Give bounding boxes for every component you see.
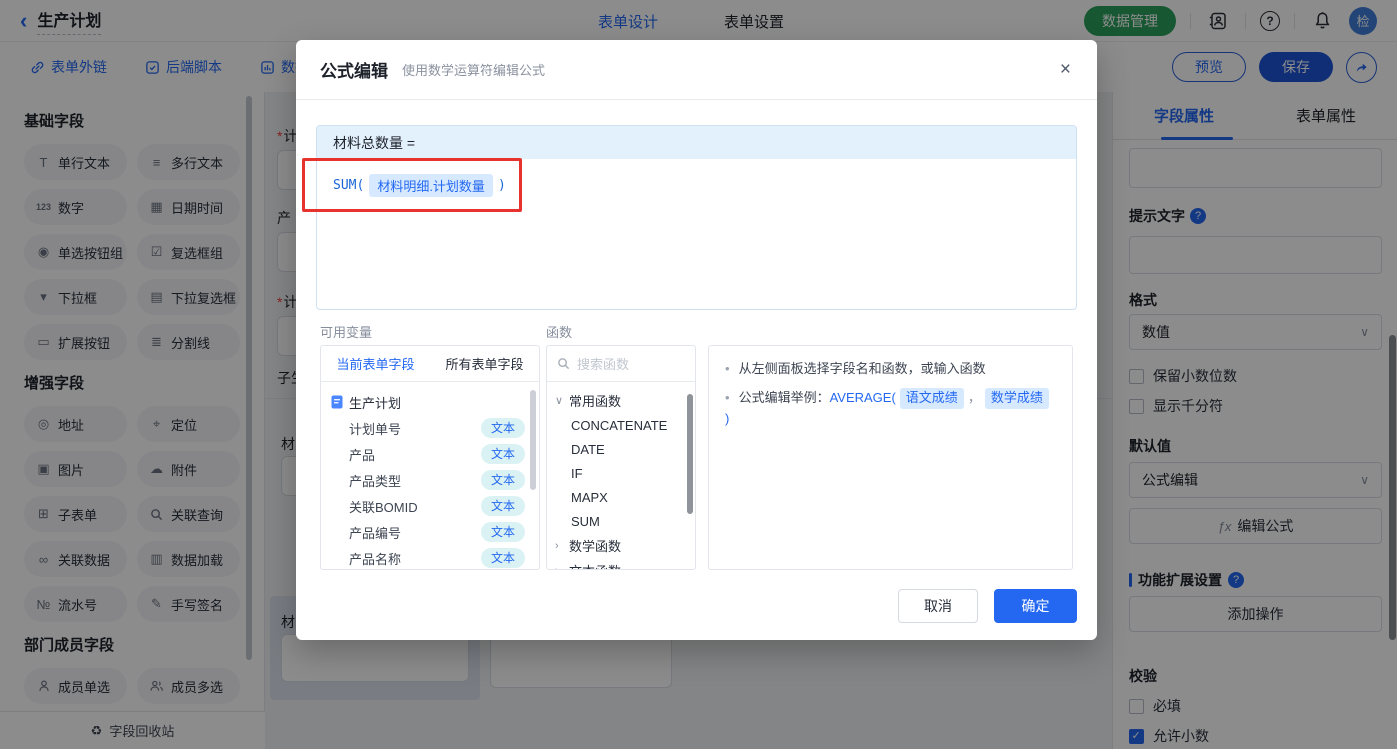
cancel-button[interactable]: 取消 — [898, 589, 978, 623]
field-type-badge: 文本 — [480, 496, 525, 516]
variable-field-row[interactable]: 产品类型 文本 — [321, 467, 539, 493]
field-type-badge: 文本 — [480, 470, 525, 490]
function-group-expanded[interactable]: ∨ 常用函数 — [547, 388, 695, 413]
function-item-MAPX[interactable]: MAPX — [547, 485, 695, 509]
tip-line-1: • 从左侧面板选择字段名和函数，或输入函数 — [725, 359, 1056, 380]
variable-field-row[interactable]: 计划单号 文本 — [321, 415, 539, 441]
variable-field-name: 产品名称 — [349, 551, 402, 567]
modal-title: 公式编辑 — [320, 62, 388, 81]
variable-field-row[interactable]: 产品名称 文本 — [321, 545, 539, 569]
field-type-badge: 文本 — [480, 418, 525, 438]
function-group-collapsed[interactable]: › 数学函数 — [547, 533, 695, 558]
formula-editor-modal: 公式编辑 使用数学运算符编辑公式 × 材料总数量 = SUM( 材料明细.计划数… — [296, 40, 1097, 640]
function-item-DATE[interactable]: DATE — [547, 437, 695, 461]
function-item-SUM[interactable]: SUM — [547, 509, 695, 533]
search-icon — [558, 358, 570, 370]
variable-field-name: 计划单号 — [349, 421, 402, 437]
document-icon — [331, 395, 343, 409]
function-group-collapsed[interactable]: › 文本函数 — [547, 558, 695, 570]
functions-panel: 搜索函数 ∨常用函数CONCATENATEDATEIFMAPXSUM›数学函数›… — [546, 345, 696, 570]
variables-tabs: 当前表单字段 所有表单字段 — [321, 346, 539, 382]
chevron-right-icon: › — [555, 539, 559, 552]
example-field-token: 数学成绩 — [984, 387, 1049, 409]
modal-subtitle: 使用数学运算符编辑公式 — [402, 63, 546, 78]
function-item-CONCATENATE[interactable]: CONCATENATE — [547, 413, 695, 437]
function-group-name: 常用函数 — [569, 394, 622, 409]
formula-close-paren: ) — [497, 178, 506, 193]
modal-header: 公式编辑 使用数学运算符编辑公式 × — [296, 40, 1097, 100]
functions-scrollbar[interactable] — [687, 394, 693, 514]
field-type-badge: 文本 — [480, 522, 525, 542]
variable-field-name: 产品类型 — [349, 473, 402, 489]
variable-field-row[interactable]: 产品 文本 — [321, 441, 539, 467]
variable-field-name: 产品 — [349, 447, 376, 463]
bullet-icon: • — [725, 361, 730, 376]
variable-field-row[interactable]: 关联BOMID 文本 — [321, 493, 539, 519]
function-group-name: 数学函数 — [569, 539, 622, 554]
variables-tree: 生产计划 计划单号 文本 产品 文本 产品类型 文本 关联BOMID 文本 产品编号 文本 产品名称… — [321, 382, 539, 569]
tab-all-form-fields[interactable]: 所有表单字段 — [430, 346, 539, 381]
chevron-right-icon: › — [555, 565, 564, 570]
function-search[interactable]: 搜索函数 — [547, 346, 695, 382]
variable-field-name: 关联BOMID — [349, 499, 418, 515]
formula-expression[interactable]: SUM( 材料明细.计划数量 ) — [317, 159, 1076, 212]
close-icon[interactable]: × — [1060, 60, 1071, 79]
functions-label: 函数 — [546, 325, 573, 340]
tab-current-form-fields[interactable]: 当前表单字段 — [321, 346, 430, 381]
tip-line-2: • 公式编辑举例： AVERAGE( 语文成绩 ， 数学成绩 ) — [725, 387, 1056, 430]
confirm-button[interactable]: 确定 — [994, 589, 1077, 623]
formula-function-text: SUM( — [333, 178, 365, 193]
variable-field-name: 产品编号 — [349, 525, 402, 541]
example-field-token: 语文成绩 — [899, 387, 964, 409]
field-type-badge: 文本 — [480, 444, 525, 464]
chevron-down-icon: ∨ — [555, 395, 564, 407]
function-group-name: 文本函数 — [569, 561, 621, 569]
variables-scrollbar[interactable] — [530, 390, 536, 490]
variables-panel: 当前表单字段 所有表单字段 生产计划 计划单号 文本 产品 文本 产品类型 文本 关联BOM… — [320, 345, 540, 570]
field-type-badge: 文本 — [480, 548, 525, 568]
formula-editor-box[interactable]: 材料总数量 = SUM( 材料明细.计划数量 ) — [316, 125, 1077, 310]
tree-root-item[interactable]: 生产计划 — [321, 389, 539, 415]
example-function-text: AVERAGE( — [829, 389, 896, 405]
formula-target-field: 材料总数量 = — [317, 126, 1076, 159]
function-item-IF[interactable]: IF — [547, 461, 695, 485]
formula-field-token[interactable]: 材料明细.计划数量 — [369, 174, 493, 197]
search-placeholder: 搜索函数 — [577, 357, 630, 372]
variables-label: 可用变量 — [320, 325, 373, 340]
formula-tips-panel: • 从左侧面板选择字段名和函数，或输入函数 • 公式编辑举例： AVERAGE(… — [708, 345, 1073, 570]
bullet-icon: • — [725, 389, 730, 405]
variable-field-row[interactable]: 产品编号 文本 — [321, 519, 539, 545]
